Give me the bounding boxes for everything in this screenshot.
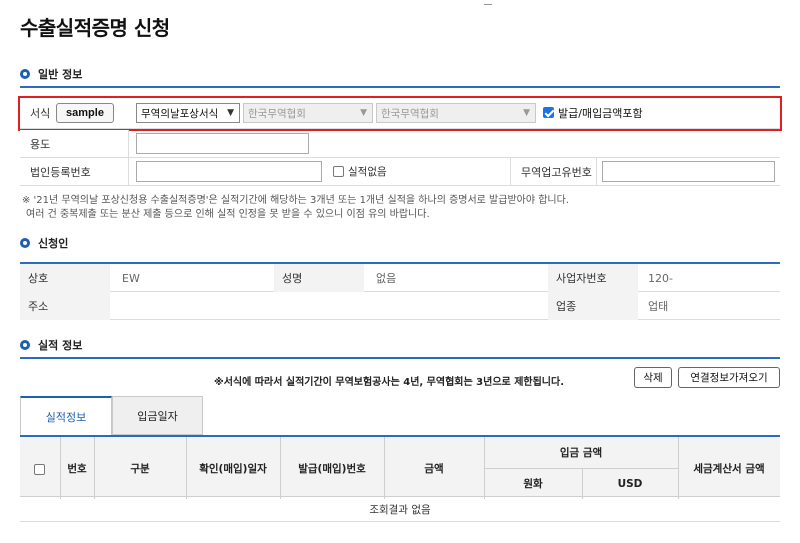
industry-label: 업종 [548,292,638,320]
company-label: 상호 [20,264,110,292]
section-performance-rule [20,357,780,359]
purpose-label: 용도 [20,130,128,157]
name-label: 성명 [274,264,364,292]
name-value: 없음 [376,272,397,285]
applicant-row-1: 상호 EW 성명 없음 사업자번호 120- [20,264,780,292]
notice-line-1: ※ '21년 무역의날 포상신청용 수출실적증명'은 실적기간에 해당하는 3개… [22,195,570,206]
row-divider [596,158,597,185]
bullet-ring-icon [20,340,30,350]
industry-value: 업태 [648,300,669,313]
address-label: 주소 [20,292,110,320]
tab-performance-info[interactable]: 실적정보 [20,396,112,435]
bullet-ring-icon [20,69,30,79]
empty-result-row: 조회결과 없음 [20,498,780,522]
col-tax-invoice: 세금계산서 금액 [693,462,765,475]
col-confirm-date: 확인(매입)일자 [199,462,267,475]
section-general-title: 일반 정보 [38,68,83,81]
section-general-header: 일반 정보 [20,66,82,82]
row-divider [128,130,129,157]
fetch-link-info-button[interactable]: 연결정보가져오기 [678,367,780,388]
corp-reg-input[interactable] [136,161,322,182]
bullet-ring-icon [20,238,30,248]
page-title: 수출실적증명 신청 [20,16,170,40]
biz-no-label: 사업자번호 [548,264,638,292]
row-divider [128,158,129,185]
delete-button[interactable]: 삭제 [634,367,672,388]
top-divider-mark [484,4,492,5]
section-performance-title: 실적 정보 [38,339,83,352]
no-record-label: 실적없음 [348,166,387,178]
col-amount: 금액 [424,462,444,475]
col-type: 구분 [130,462,150,475]
performance-grid-header: 번호 구분 확인(매입)일자 발급(매입)번호 금액 입금 금액 원화 USD … [20,435,780,499]
trade-id-input[interactable] [602,161,775,182]
applicant-row-2: 주소 업종 업태 [20,292,780,320]
section-general-rule [20,86,780,88]
highlight-frame [18,96,782,131]
col-no: 번호 [67,462,87,475]
section-performance-header: 실적 정보 [20,337,82,353]
select-all-checkbox[interactable] [34,464,45,475]
trade-id-label: 무역업고유번호 [511,158,601,185]
tab-deposit-date[interactable]: 입금일자 [112,396,203,435]
notice-line-2: 여러 건 중복제출 또는 분산 제출 등으로 인해 실적 인정을 못 받을 수 … [26,209,430,220]
purpose-row: 용도 [20,130,780,158]
col-issue-no: 발급(매입)번호 [298,462,366,475]
col-usd: USD [617,477,643,490]
biz-no-value: 120- [648,271,673,285]
company-value: EW [122,271,140,285]
section-applicant-header: 신청인 [20,235,68,251]
col-krw: 원화 [523,478,543,490]
address-value [112,292,532,320]
section-applicant-title: 신청인 [38,237,69,250]
corp-reg-label: 법인등록번호 [20,158,128,185]
applicant-table: 상호 EW 성명 없음 사업자번호 120- 주소 업종 업태 [20,263,780,320]
period-notice: ※서식에 따라서 실적기간이 무역보험공사는 4년, 무역협회는 3년으로 제한… [214,377,565,388]
col-deposit-amount: 입금 금액 [559,447,603,459]
no-record-checkbox[interactable] [333,166,344,177]
purpose-input[interactable] [136,133,309,154]
